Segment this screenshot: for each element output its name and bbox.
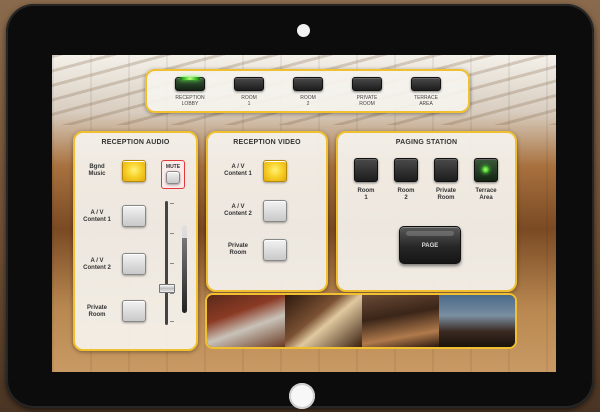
scene-thumbnail-2[interactable] (285, 295, 362, 347)
source-label-private-room: Private Room (79, 305, 115, 319)
paging-zone-room-2-button[interactable] (394, 158, 418, 182)
source-label-line1: Bgnd (89, 164, 105, 170)
audio-source-av-content-2-button[interactable] (122, 253, 146, 275)
panel-title: RECEPTION AUDIO (101, 139, 170, 146)
mute-label: MUTE (165, 164, 181, 170)
zone-label-line2: Room (437, 195, 455, 201)
source-label-line2: Music (88, 171, 106, 177)
panel-title: PAGING STATION (395, 139, 458, 146)
zone-label-line2: 1 (364, 195, 368, 201)
source-label-bgnd-music: Bgnd Music (79, 164, 115, 178)
source-label-av-content-2: A / V Content 2 (218, 204, 258, 218)
audio-source-private-room-button[interactable] (122, 300, 146, 322)
paging-station-panel: PAGING STATION Room 1 Room 2 Private Roo… (336, 131, 517, 292)
source-label-line2: Content 1 (224, 171, 252, 177)
scene-thumbnail-1[interactable] (207, 295, 285, 347)
zone-label-private-room: Private Room (426, 188, 466, 202)
source-label-private-room: Private Room (218, 243, 258, 257)
zone-label-line1: Room (357, 188, 375, 194)
home-button[interactable] (289, 383, 315, 409)
room-label-private-room: PRIVATE ROOM (342, 95, 392, 107)
fader-tick (170, 321, 174, 322)
room-label-line2: ROOM (359, 101, 375, 107)
source-label-line2: Room (229, 250, 247, 256)
source-label-av-content-1: A / V Content 1 (218, 164, 258, 178)
room-button-room-2[interactable] (293, 77, 323, 91)
zone-label-line1: Room (397, 188, 415, 194)
source-label-line2: Content 2 (83, 265, 111, 271)
room-label-line2: AREA (419, 101, 433, 107)
paging-zone-private-room-button[interactable] (434, 158, 458, 182)
room-label-room-2: ROOM 2 (283, 95, 333, 107)
volume-fader-knob[interactable] (159, 284, 175, 293)
source-label-line1: A / V (90, 210, 104, 216)
room-button-reception-lobby[interactable] (175, 77, 205, 91)
room-label-line2: 2 (306, 101, 310, 107)
source-label-av-content-2: A / V Content 2 (79, 258, 115, 272)
touch-screen: RECEPTION LOBBY ROOM 1 ROOM 2 PRIVATE RO… (52, 55, 556, 372)
active-indicator-icon (180, 77, 200, 80)
camera-dot (297, 24, 310, 37)
page-button-label: PAGE (421, 243, 439, 249)
zone-label-line1: Terrace (475, 188, 497, 194)
room-label-terrace-area: TERRACE AREA (401, 95, 451, 107)
fader-tick (170, 233, 174, 234)
audio-source-bgnd-music-button[interactable] (122, 160, 146, 182)
room-label-line2: 1 (247, 101, 251, 107)
source-label-line2: Content 2 (224, 211, 252, 217)
source-label-line2: Content 1 (83, 217, 111, 223)
fader-tick (170, 293, 174, 294)
source-label-line1: Private (86, 305, 107, 311)
zone-label-line2: 2 (404, 195, 408, 201)
paging-zone-terrace-area-button[interactable] (474, 158, 498, 182)
zone-label-line1: Private (435, 188, 456, 194)
volume-fader-track[interactable] (165, 201, 168, 325)
active-indicator-icon (482, 166, 489, 173)
zone-label-room-2: Room 2 (386, 188, 426, 202)
video-source-av-content-2-button[interactable] (263, 200, 287, 222)
volume-level-meter (182, 225, 187, 313)
audio-source-av-content-1-button[interactable] (122, 205, 146, 227)
source-label-line1: A / V (231, 204, 245, 210)
source-label-line1: A / V (231, 164, 245, 170)
zone-label-room-1: Room 1 (346, 188, 386, 202)
reception-audio-panel: RECEPTION AUDIO Bgnd Music MUTE A / V Co… (73, 131, 198, 351)
room-button-room-1[interactable] (234, 77, 264, 91)
page-button-sheen (406, 231, 454, 236)
mute-button-frame[interactable]: MUTE (161, 160, 185, 189)
video-source-private-room-button[interactable] (263, 239, 287, 261)
room-label-line2: LOBBY (181, 101, 199, 107)
panel-title: RECEPTION VIDEO (233, 139, 301, 146)
room-label-reception-lobby: RECEPTION LOBBY (165, 95, 215, 107)
fader-tick (170, 263, 174, 264)
source-label-av-content-1: A / V Content 1 (79, 210, 115, 224)
zone-label-line2: Area (479, 195, 493, 201)
scene-thumbnail-4[interactable] (439, 295, 515, 347)
scene-thumbnail-3[interactable] (362, 295, 439, 347)
zone-label-terrace-area: Terrace Area (466, 188, 506, 202)
room-label-room-1: ROOM 1 (224, 95, 274, 107)
volume-level-fill (182, 238, 187, 313)
room-button-private-room[interactable] (352, 77, 382, 91)
video-source-av-content-1-button[interactable] (263, 160, 287, 182)
paging-zone-room-1-button[interactable] (354, 158, 378, 182)
scene-thumbnail-strip (205, 293, 517, 349)
source-label-line1: A / V (90, 258, 104, 264)
room-selector-panel: RECEPTION LOBBY ROOM 1 ROOM 2 PRIVATE RO… (145, 69, 470, 113)
page-button[interactable]: PAGE (399, 226, 461, 264)
source-label-line2: Room (88, 312, 106, 318)
mute-button[interactable] (166, 171, 180, 184)
fader-tick (170, 203, 174, 204)
source-label-line1: Private (227, 243, 248, 249)
room-button-terrace-area[interactable] (411, 77, 441, 91)
reception-video-panel: RECEPTION VIDEO A / V Content 1 A / V Co… (206, 131, 328, 292)
